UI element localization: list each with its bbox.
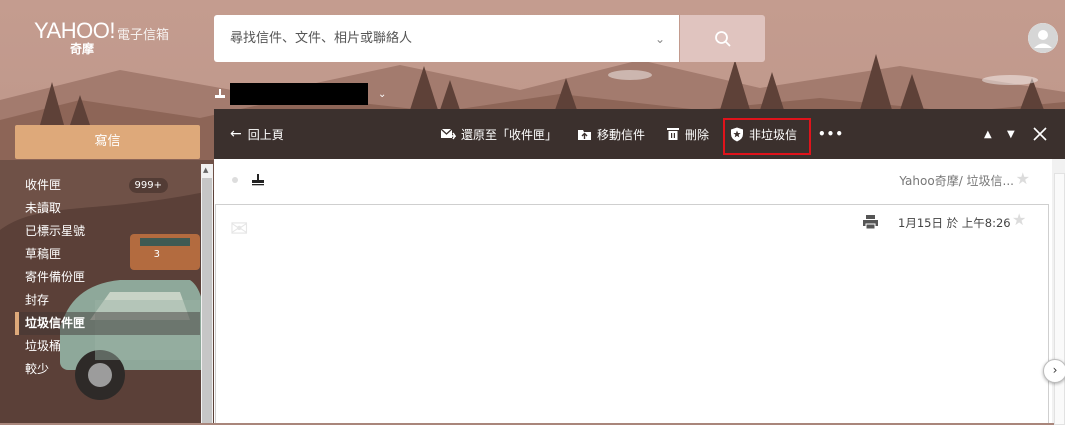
user-icon [1028, 23, 1058, 53]
folder-starred[interactable]: 已標示星號 [15, 220, 200, 243]
message-header: Yahoo奇摩/ 垃圾信... ★ [214, 159, 1052, 201]
message-pane: Yahoo奇摩/ 垃圾信... ★ ✉ 1月15日 於 上午8:26 ★ [214, 159, 1052, 423]
yahoo-logo[interactable]: YAHOO! 電子信箱 奇摩 [34, 18, 169, 56]
compose-button[interactable]: 寫信 [15, 125, 200, 159]
folder-label: 已標示星號 [25, 224, 86, 238]
folder-label: 較少 [25, 362, 50, 376]
folder-label: 寄件備份匣 [25, 270, 86, 284]
scroll-up-icon[interactable]: ▲ [203, 166, 208, 174]
restore-to-inbox-button[interactable]: 還原至「收件匣」 [440, 109, 557, 159]
avatar[interactable] [1028, 23, 1058, 53]
account-icon [215, 89, 225, 98]
chevron-down-icon[interactable]: ⌄ [378, 89, 386, 100]
scrollbar-thumb[interactable] [1054, 173, 1065, 425]
redacted-account-name [230, 83, 368, 105]
chevron-down-icon[interactable]: ⌄ [655, 32, 665, 46]
folder-trash[interactable]: 垃圾桶 [15, 335, 200, 358]
sender-avatar-placeholder: ✉ [230, 217, 249, 242]
folder-path: Yahoo奇摩/ 垃圾信... [899, 174, 1014, 188]
message-scrollbar[interactable] [1052, 159, 1065, 425]
not-spam-highlight-box [723, 118, 811, 155]
search-input[interactable] [228, 30, 655, 47]
restore-label: 還原至「收件匣」 [461, 127, 558, 142]
print-icon[interactable] [863, 215, 878, 229]
delete-button[interactable]: 刪除 [666, 109, 709, 159]
folder-label: 未讀取 [25, 201, 62, 215]
folder-list: 收件匣 999+ 未讀取 已標示星號 草稿匣 3 寄件備份匣 封存 垃圾信件匣 … [15, 174, 200, 381]
folder-label: 封存 [25, 293, 50, 307]
search-icon [714, 30, 731, 47]
message-date: 1月15日 於 上午8:26 [898, 216, 1011, 230]
trash-icon [667, 128, 679, 140]
sidebar-scrollbar[interactable]: ▲ [201, 164, 213, 423]
move-message-button[interactable]: 移動信件 [577, 109, 645, 159]
folder-label: 草稿匣 [25, 247, 62, 261]
folder-unread[interactable]: 未讀取 [15, 197, 200, 220]
folder-drafts[interactable]: 草稿匣 3 [15, 243, 200, 266]
move-icon [578, 130, 591, 140]
account-switcher[interactable]: ⌄ [214, 82, 386, 106]
up-icon[interactable]: ▲ [984, 109, 992, 159]
search-button[interactable] [680, 15, 765, 62]
inbox-count: 999+ [128, 178, 168, 193]
folder-label: 垃圾桶 [25, 339, 62, 353]
search-box[interactable]: ⌄ [214, 15, 679, 62]
close-icon[interactable] [1033, 109, 1052, 159]
scrollbar-thumb[interactable] [202, 178, 212, 423]
folder-inbox[interactable]: 收件匣 999+ [15, 174, 200, 197]
more-icon[interactable]: ••• [818, 109, 844, 159]
logo-cn: 奇摩 [70, 42, 95, 56]
chevron-right-icon[interactable]: › [1043, 359, 1065, 383]
folder-sent[interactable]: 寄件備份匣 [15, 266, 200, 289]
star-icon[interactable]: ★ [1016, 169, 1030, 188]
drafts-count: 3 [153, 249, 160, 260]
unread-dot [232, 177, 238, 183]
delete-label: 刪除 [685, 127, 710, 142]
back-button[interactable]: ← 回上頁 [230, 109, 284, 159]
message-toolbar: ← 回上頁 還原至「收件匣」 移動信件 刪除 非垃圾信 ••• ▲ ▼ [214, 109, 1065, 159]
folder-less[interactable]: 較少 [15, 358, 200, 381]
sender-icon [252, 174, 264, 186]
down-icon[interactable]: ▼ [1007, 109, 1015, 159]
move-label: 移動信件 [597, 127, 646, 142]
back-label: 回上頁 [247, 127, 284, 142]
restore-icon [440, 128, 456, 140]
folder-archive[interactable]: 封存 [15, 289, 200, 312]
folder-label: 垃圾信件匣 [25, 316, 86, 330]
back-arrow-icon: ← [230, 126, 242, 142]
logo-subtitle: 電子信箱 [117, 28, 170, 43]
folder-label: 收件匣 [25, 178, 62, 192]
folder-spam[interactable]: 垃圾信件匣 [15, 312, 200, 335]
message-body: ✉ 1月15日 於 上午8:26 ★ [215, 204, 1049, 423]
star-icon[interactable]: ★ [1012, 210, 1026, 229]
